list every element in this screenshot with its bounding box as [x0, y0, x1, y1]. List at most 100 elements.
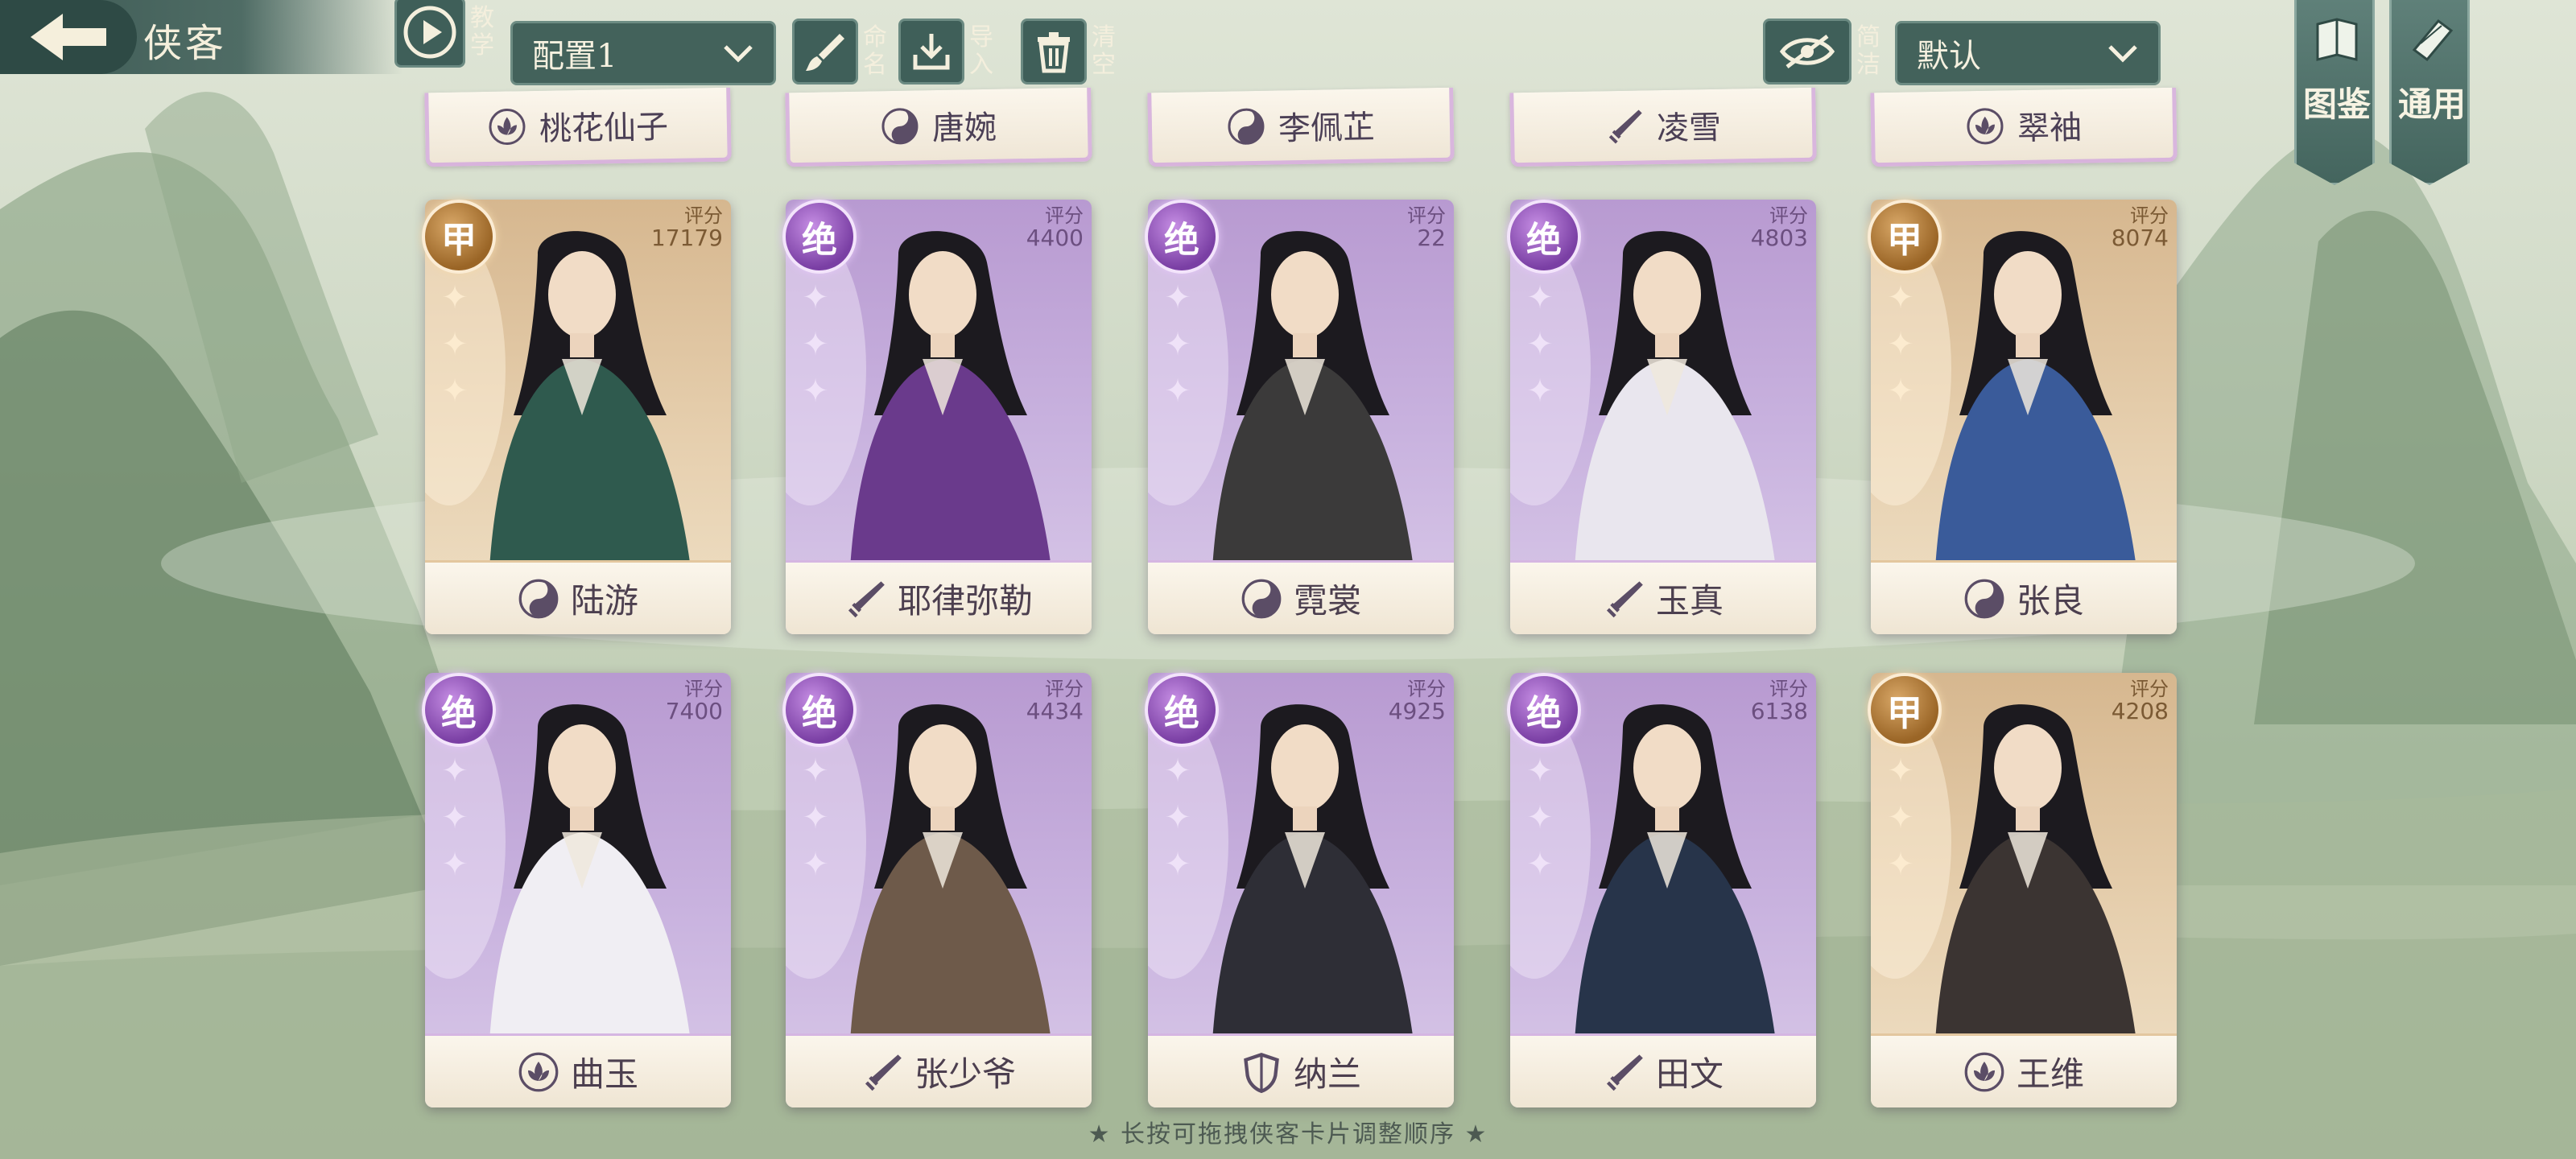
- hero-name: 李佩芷: [1278, 108, 1376, 147]
- sword-icon: [865, 1054, 902, 1091]
- eye-hidden-icon: [1779, 35, 1835, 68]
- card-nameplate: 纳兰: [1148, 1033, 1454, 1107]
- chevron-down-icon: [2108, 45, 2137, 63]
- clear-button[interactable]: 清空: [1021, 19, 1124, 85]
- hero-name: 凌雪: [1656, 109, 1722, 147]
- lotus-icon: [518, 1052, 559, 1091]
- rank-indicator: ✦ ✦ ✦: [1164, 753, 1191, 883]
- card-nameplate: 耶律弥勒: [786, 560, 1092, 634]
- rarity-badge: 绝: [1507, 200, 1581, 274]
- rarity-badge: 绝: [782, 200, 857, 274]
- hero-card[interactable]: ✦ ✦ ✦ 评分 4400 耶律弥勒 绝: [782, 200, 1092, 634]
- score-label: 评分: [2130, 678, 2169, 700]
- sword-icon: [848, 580, 885, 617]
- hero-card[interactable]: ✦ ✦ ✦ 评分 4434 张少爷 绝: [782, 673, 1092, 1107]
- top-bar: 侠客 教学 配置1 命名 导入 清空 简洁 默认 图鉴 通用: [0, 0, 2576, 185]
- score-label: 评分: [2130, 204, 2169, 227]
- score-display: 评分 4925: [1389, 678, 1446, 723]
- page-title: 侠客: [143, 21, 228, 66]
- score-display: 评分 6138: [1751, 678, 1808, 723]
- import-button[interactable]: 导入: [898, 19, 1001, 85]
- rarity-badge: 绝: [1507, 673, 1581, 747]
- score-label: 评分: [684, 204, 723, 227]
- hero-card[interactable]: ✦ ✦ ✦ 评分 6138 田文 绝: [1507, 673, 1816, 1107]
- tutorial-button[interactable]: 教学: [394, 0, 502, 68]
- sword-icon: [1606, 1054, 1643, 1091]
- rank-indicator: ✦ ✦ ✦: [441, 753, 469, 883]
- sort-dropdown-value: 默认: [1917, 38, 1981, 75]
- hero-name: 桃花仙子: [539, 108, 669, 148]
- card-nameplate: 曲玉: [425, 1033, 731, 1107]
- hero-name: 陆游: [570, 581, 638, 621]
- score-value: 4208: [2111, 698, 2169, 724]
- rarity-badge: 绝: [422, 673, 496, 747]
- simplify-label: 简洁: [1856, 23, 1880, 79]
- hero-name: 翠袖: [2017, 109, 2083, 147]
- rank-indicator: ✦ ✦ ✦: [441, 279, 469, 410]
- score-display: 评分 8074: [2112, 204, 2169, 250]
- tab-codex[interactable]: 图鉴: [2294, 0, 2375, 185]
- score-value: 4400: [1026, 225, 1084, 251]
- hero-name: 唐婉: [931, 109, 997, 147]
- rarity-badge: 甲: [422, 200, 496, 274]
- score-value: 4434: [1026, 698, 1084, 724]
- rank-indicator: ✦ ✦ ✦: [802, 753, 829, 883]
- rank-indicator: ✦ ✦ ✦: [1526, 753, 1554, 883]
- sword-icon: [1606, 580, 1643, 617]
- score-value: 4925: [1388, 698, 1446, 724]
- back-arrow-icon: [31, 14, 106, 60]
- score-label: 评分: [1045, 204, 1084, 227]
- card-nameplate: 玉真: [1510, 560, 1816, 634]
- rank-indicator: ✦ ✦ ✦: [1526, 279, 1554, 410]
- hero-card[interactable]: ✦ ✦ ✦ 评分 4208 王维 甲: [1868, 673, 2177, 1107]
- hero-card-partial[interactable]: 翠袖: [1870, 87, 2178, 167]
- back-button[interactable]: [0, 0, 137, 74]
- score-value: 7400: [665, 698, 723, 724]
- hero-card-partial[interactable]: 唐婉: [785, 87, 1092, 167]
- play-icon: [403, 6, 456, 59]
- score-display: 评分 4400: [1026, 204, 1084, 250]
- card-nameplate: 张少爷: [786, 1033, 1092, 1107]
- card-nameplate: 霓裳: [1148, 560, 1454, 634]
- simplify-button[interactable]: 简洁: [1763, 19, 1889, 85]
- rename-button[interactable]: 命名: [792, 19, 895, 85]
- yin-yang-icon: [881, 107, 919, 144]
- yin-yang-icon: [518, 579, 559, 618]
- chevron-down-icon: [724, 45, 753, 63]
- hero-card[interactable]: ✦ ✦ ✦ 评分 7400 曲玉 绝: [422, 673, 731, 1107]
- card-nameplate: 陆游: [425, 560, 731, 634]
- rank-indicator: ✦ ✦ ✦: [1887, 279, 1914, 410]
- hero-card-partial[interactable]: 桃花仙子: [424, 87, 732, 167]
- tab-general-label: 通用: [2398, 85, 2467, 124]
- yin-yang-icon: [1241, 579, 1282, 618]
- rarity-badge: 绝: [1145, 673, 1219, 747]
- score-value: 17179: [650, 225, 723, 251]
- score-label: 评分: [684, 678, 723, 700]
- score-display: 评分 4434: [1026, 678, 1084, 723]
- hero-card-partial[interactable]: 凌雪: [1509, 87, 1817, 167]
- tab-general[interactable]: 通用: [2389, 0, 2470, 185]
- lotus-icon: [489, 108, 526, 145]
- tab-codex-label: 图鉴: [2303, 85, 2372, 124]
- lotus-icon: [1967, 107, 2004, 144]
- yin-yang-icon: [1228, 108, 1265, 145]
- hero-card[interactable]: ✦ ✦ ✦ 评分 8074 张良 甲: [1868, 200, 2177, 634]
- hero-card[interactable]: ✦ ✦ ✦ 评分 4925 纳兰 绝: [1145, 673, 1454, 1107]
- score-label: 评分: [1045, 678, 1084, 700]
- card-nameplate: 张良: [1871, 560, 2177, 634]
- trash-icon: [1038, 32, 1070, 73]
- sort-dropdown[interactable]: 默认: [1895, 21, 2161, 85]
- rarity-badge: 绝: [782, 673, 857, 747]
- rank-indicator: ✦ ✦ ✦: [1887, 753, 1914, 883]
- hero-card[interactable]: ✦ ✦ ✦ 评分 17179 陆游 甲: [422, 200, 731, 634]
- hero-card[interactable]: ✦ ✦ ✦ 评分 22 霓裳 绝: [1145, 200, 1454, 634]
- brush-icon: [806, 34, 844, 71]
- rarity-badge: 甲: [1868, 673, 1942, 747]
- book-icon: [2316, 18, 2358, 61]
- config-dropdown[interactable]: 配置1: [510, 21, 776, 85]
- hero-card-partial[interactable]: 李佩芷: [1147, 87, 1455, 167]
- rarity-badge: 甲: [1868, 200, 1942, 274]
- score-display: 评分 4803: [1751, 204, 1808, 250]
- hero-card[interactable]: ✦ ✦ ✦ 评分 4803 玉真 绝: [1507, 200, 1816, 634]
- score-display: 评分 22: [1407, 204, 1446, 250]
